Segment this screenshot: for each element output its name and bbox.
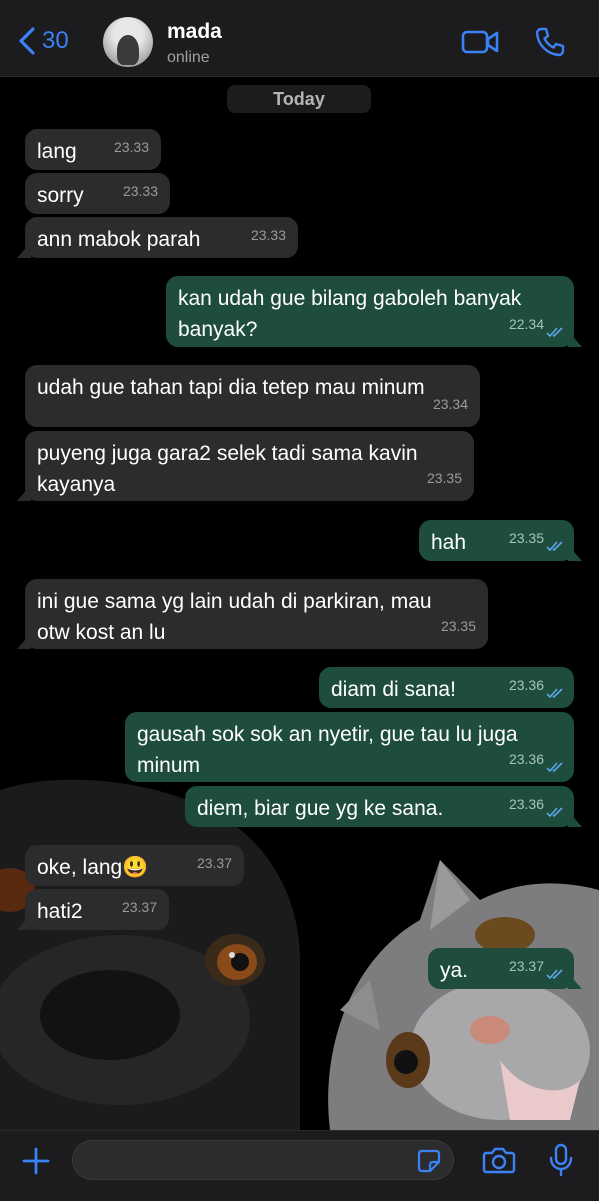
phone-icon[interactable]: [534, 26, 566, 58]
message-time: 23.34: [432, 396, 468, 412]
message-text: udah gue tahan tapi dia tetep mau minum: [37, 376, 425, 399]
message-input[interactable]: [72, 1140, 454, 1180]
message-composer: [0, 1130, 599, 1201]
message-time: 23.33: [250, 227, 286, 243]
message-bubble-outgoing[interactable]: ya. 23.37: [428, 948, 574, 989]
message-time: 23.35: [508, 530, 544, 546]
message-time: 23.33: [113, 139, 149, 155]
message-time: 23.36: [508, 677, 544, 693]
message-text: diam di sana!: [331, 678, 456, 701]
message-text: ya.: [440, 959, 469, 982]
message-text: ini gue sama yg lain udah di parkiran, m…: [37, 590, 432, 644]
dog-wallpaper-image: [0, 779, 300, 1130]
message-bubble-outgoing[interactable]: diem, biar gue yg ke sana. 23.36: [185, 786, 574, 827]
message-bubble-incoming[interactable]: oke, lang😃 23.37: [25, 845, 244, 886]
message-time: 22.34: [508, 316, 544, 332]
message-bubble-outgoing[interactable]: gausah sok sok an nyetir, gue tau lu jug…: [125, 712, 574, 782]
double-check-icon: [546, 688, 563, 699]
date-divider: Today: [227, 85, 371, 113]
video-call-icon[interactable]: [461, 28, 499, 56]
message-time: 23.33: [122, 183, 158, 199]
message-bubble-outgoing[interactable]: kan udah gue bilang gaboleh banyak banya…: [166, 276, 574, 347]
message-text: ann mabok parah: [37, 228, 201, 251]
microphone-icon[interactable]: [548, 1143, 574, 1177]
message-bubble-incoming[interactable]: sorry 23.33: [25, 173, 170, 214]
chevron-left-icon: [19, 27, 35, 55]
message-text: puyeng juga gara2 selek tadi sama kavin …: [37, 442, 418, 496]
double-check-icon: [546, 807, 563, 818]
contact-status: online: [167, 49, 210, 66]
contact-name[interactable]: mada: [167, 20, 222, 44]
message-bubble-incoming[interactable]: puyeng juga gara2 selek tadi sama kavin …: [25, 431, 474, 501]
message-time: 23.37: [121, 899, 157, 915]
message-text: hati2: [37, 900, 83, 923]
camera-icon[interactable]: [482, 1145, 516, 1175]
message-text: lang: [37, 140, 77, 163]
message-text: sorry: [37, 184, 84, 207]
message-text: oke, lang😃: [37, 856, 149, 879]
message-time: 23.35: [426, 470, 462, 486]
message-bubble-outgoing[interactable]: hah 23.35: [419, 520, 574, 561]
unread-count: 30: [42, 27, 69, 54]
message-text: diem, biar gue yg ke sana.: [197, 797, 444, 820]
message-bubble-incoming[interactable]: ann mabok parah 23.33: [25, 217, 298, 258]
message-time: 23.36: [508, 796, 544, 812]
message-bubble-incoming[interactable]: hati2 23.37: [25, 889, 169, 930]
double-check-icon: [546, 541, 563, 552]
double-check-icon: [546, 327, 563, 338]
message-bubble-incoming[interactable]: lang 23.33: [25, 129, 161, 170]
message-bubble-outgoing[interactable]: diam di sana! 23.36: [319, 667, 574, 708]
message-bubble-incoming[interactable]: udah gue tahan tapi dia tetep mau minum …: [25, 365, 480, 427]
message-bubble-incoming[interactable]: ini gue sama yg lain udah di parkiran, m…: [25, 579, 488, 649]
double-check-icon: [546, 762, 563, 773]
plus-icon[interactable]: [20, 1145, 52, 1177]
message-text: gausah sok sok an nyetir, gue tau lu jug…: [137, 723, 518, 777]
message-time: 23.36: [508, 751, 544, 767]
message-time: 23.37: [508, 958, 544, 974]
back-button[interactable]: 30: [16, 26, 69, 56]
chat-header: 30 mada online: [0, 0, 599, 77]
cat-wallpaper-image: [328, 860, 599, 1130]
message-time: 23.35: [440, 618, 476, 634]
message-time: 23.37: [196, 855, 232, 871]
sticker-icon[interactable]: [416, 1148, 442, 1174]
double-check-icon: [546, 969, 563, 980]
message-text: kan udah gue bilang gaboleh banyak banya…: [178, 287, 522, 341]
avatar[interactable]: [103, 17, 153, 67]
message-text: hah: [431, 531, 467, 554]
